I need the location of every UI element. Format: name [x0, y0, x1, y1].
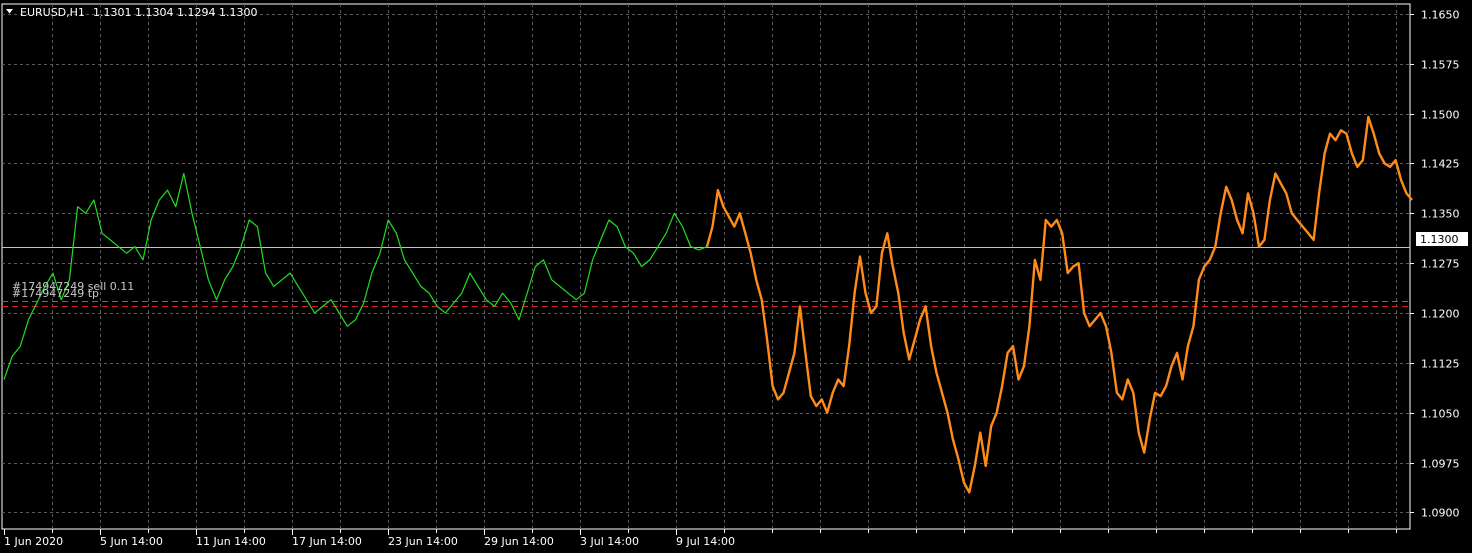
- y-tick-label: 1.0900: [1421, 507, 1460, 520]
- y-tick-label: 1.1125: [1421, 358, 1460, 371]
- x-tick-label: 29 Jun 14:00: [484, 535, 554, 548]
- x-tick-label: 17 Jun 14:00: [292, 535, 362, 548]
- current-price-tag: 1.1300: [1416, 232, 1468, 246]
- x-tick-label: 5 Jun 14:00: [100, 535, 163, 548]
- y-tick-label: 1.0975: [1421, 458, 1460, 471]
- y-tick-label: 1.1500: [1421, 109, 1460, 122]
- y-tick-label: 1.1275: [1421, 258, 1460, 271]
- current-price-value: 1.1300: [1420, 233, 1459, 246]
- y-tick-label: 1.1650: [1421, 9, 1460, 22]
- chart-background: [0, 0, 1472, 553]
- chart-header: EURUSD,H1 1.1301 1.1304 1.1294 1.1300: [6, 6, 257, 19]
- price-chart[interactable]: 1.1650 1.1575 1.1500 1.1425 1.1350 1.1275 1.12…: [0, 0, 1472, 553]
- y-tick-label: 1.1050: [1421, 408, 1460, 421]
- y-tick-label: 1.1350: [1421, 208, 1460, 221]
- x-tick-label: 9 Jul 14:00: [676, 535, 735, 548]
- symbol-timeframe: EURUSD,H1: [20, 6, 85, 19]
- x-tick-label: 3 Jul 14:00: [580, 535, 639, 548]
- x-tick-label: 1 Jun 2020: [4, 535, 63, 548]
- y-tick-label: 1.1425: [1421, 158, 1460, 171]
- ohlc-values: 1.1301 1.1304 1.1294 1.1300: [93, 6, 257, 19]
- y-tick-label: 1.1200: [1421, 308, 1460, 321]
- y-tick-label: 1.1575: [1421, 59, 1460, 72]
- order-label-tp: #174947249 tp: [12, 287, 99, 300]
- x-tick-label: 11 Jun 14:00: [196, 535, 266, 548]
- x-tick-label: 23 Jun 14:00: [388, 535, 458, 548]
- chart-window[interactable]: 1.1650 1.1575 1.1500 1.1425 1.1350 1.1275 1.12…: [0, 0, 1472, 553]
